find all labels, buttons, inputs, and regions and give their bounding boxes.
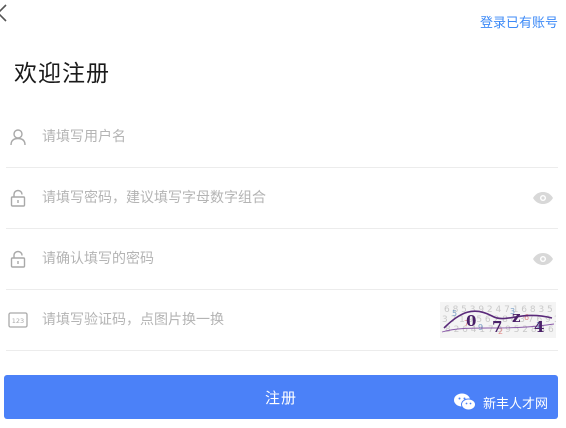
username-row bbox=[6, 106, 558, 168]
svg-text:123: 123 bbox=[12, 317, 24, 325]
lock-icon bbox=[8, 188, 28, 208]
watermark-text: 新丰人才网 bbox=[482, 396, 548, 412]
svg-text:7: 7 bbox=[492, 318, 502, 336]
login-existing-account-link[interactable]: 登录已有账号 bbox=[480, 12, 558, 31]
confirm-password-row bbox=[6, 228, 558, 290]
svg-text:4: 4 bbox=[534, 318, 544, 336]
captcha-image[interactable]: 6 8 5 3 9 2 4 7 1 6 8 3 5 9 3 7 1 9 5 6 … bbox=[440, 301, 556, 338]
password-row bbox=[6, 167, 558, 229]
captcha-row: 123 6 8 5 3 9 2 4 7 1 6 8 3 5 9 3 7 1 9 … bbox=[6, 289, 558, 351]
confirm-password-input[interactable] bbox=[40, 249, 532, 268]
wechat-icon bbox=[453, 393, 476, 411]
eye-icon[interactable] bbox=[532, 191, 554, 205]
captcha-input[interactable] bbox=[40, 310, 440, 329]
svg-text:9: 9 bbox=[478, 323, 483, 332]
captcha-123-icon: 123 bbox=[8, 310, 28, 330]
svg-text:6: 6 bbox=[524, 313, 529, 322]
username-input[interactable] bbox=[40, 127, 558, 146]
wechat-watermark: 新丰人才网 bbox=[453, 392, 548, 412]
back-chevron-icon[interactable] bbox=[0, 2, 16, 24]
svg-text:0: 0 bbox=[466, 312, 476, 330]
svg-text:6 8 5 3 9 2 4 7 1 6 8 3 5 9: 6 8 5 3 9 2 4 7 1 6 8 3 5 9 bbox=[444, 305, 556, 315]
register-screen: 登录已有账号 欢迎注册 请填写用户名 123 请填写验证码，点图片换一换 6 8… bbox=[0, 0, 566, 428]
page-title: 欢迎注册 bbox=[14, 61, 110, 87]
lock-icon bbox=[8, 249, 28, 269]
svg-text:z: z bbox=[512, 308, 521, 326]
eye-icon[interactable] bbox=[532, 252, 554, 266]
password-input[interactable] bbox=[40, 188, 532, 207]
register-submit-label: 注册 bbox=[264, 388, 297, 407]
user-icon bbox=[8, 127, 28, 147]
